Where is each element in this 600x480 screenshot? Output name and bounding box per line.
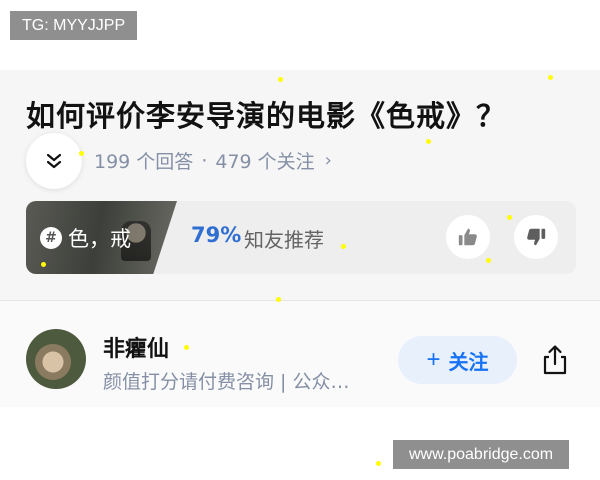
- overlay-dot: [507, 215, 512, 220]
- topic-label: 色，戒: [68, 227, 131, 251]
- follow-label: 关注: [448, 351, 489, 374]
- thumbs-up-button[interactable]: [446, 215, 490, 259]
- thumbs-down-button[interactable]: [514, 215, 558, 259]
- plus-icon: +: [426, 346, 441, 373]
- recommend-percent: 79%: [191, 223, 242, 247]
- hash-icon: #: [40, 227, 62, 249]
- avatar[interactable]: [26, 329, 86, 389]
- follow-button[interactable]: + 关注: [398, 336, 517, 384]
- share-icon: [543, 345, 567, 375]
- watermark-bottom: www.poabridge.com: [393, 440, 570, 469]
- question-card: 如何评价李安导演的电影《色戒》？ 199 个回答 · 479 个关注 › # 色…: [0, 70, 600, 300]
- collapse-double-chevron-icon: [46, 153, 62, 169]
- follower-count: 479 个关注: [215, 151, 315, 173]
- topic-tag[interactable]: # 色，戒: [40, 223, 131, 253]
- thumbs-down-icon: [527, 228, 546, 246]
- thumbs-up-icon: [458, 228, 477, 246]
- topic-recommend-bar[interactable]: # 色，戒 79% 知友推荐: [26, 201, 576, 274]
- share-button[interactable]: [533, 338, 577, 382]
- overlay-dot: [486, 258, 491, 263]
- collapse-button[interactable]: [26, 133, 82, 189]
- author-name[interactable]: 非癯仙: [103, 331, 169, 363]
- overlay-dot: [276, 297, 281, 302]
- overlay-dot: [184, 345, 189, 350]
- overlay-dot: [41, 262, 46, 267]
- question-title[interactable]: 如何评价李安导演的电影《色戒》？: [26, 93, 586, 135]
- answer-count: 199 个回答: [94, 151, 194, 173]
- chevron-right-icon: ›: [324, 150, 332, 171]
- overlay-dot: [278, 77, 283, 82]
- question-stats[interactable]: 199 个回答 · 479 个关注 ›: [94, 147, 332, 174]
- overlay-dot: [341, 244, 346, 249]
- author-row: 非癯仙 颜值打分请付费咨询 | 公众… + 关注: [0, 301, 600, 407]
- overlay-dot: [548, 75, 553, 80]
- overlay-dot: [426, 139, 431, 144]
- stats-separator: ·: [201, 149, 208, 172]
- overlay-dot: [376, 461, 381, 466]
- recommend-text: 知友推荐: [244, 228, 324, 252]
- author-bio: 颜值打分请付费咨询 | 公众…: [103, 371, 350, 393]
- watermark-top: TG: MYYJJPP: [10, 11, 138, 40]
- overlay-dot: [79, 151, 84, 156]
